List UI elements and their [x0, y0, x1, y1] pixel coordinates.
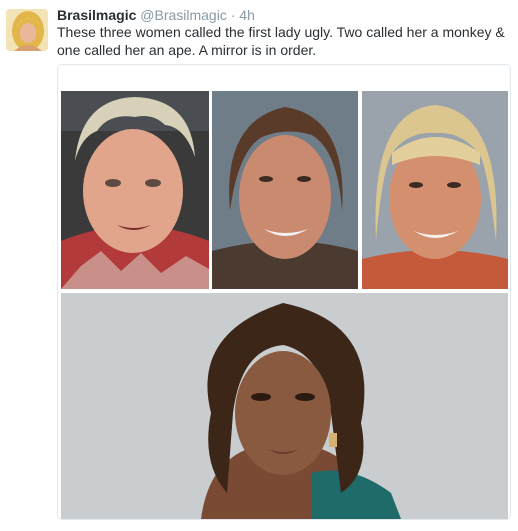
- tweet-timestamp[interactable]: 4h: [239, 7, 255, 23]
- photo-first-lady[interactable]: [61, 293, 508, 519]
- avatar[interactable]: [6, 9, 48, 51]
- header-separator: ·: [230, 7, 236, 23]
- photo-woman-3-image: [362, 91, 508, 289]
- author-screen-name[interactable]: @Brasilmagic: [140, 7, 227, 23]
- photo-woman-3[interactable]: [362, 91, 508, 289]
- tweet-text: These three women called the first lady …: [57, 24, 505, 58]
- photo-woman-1[interactable]: [61, 91, 209, 289]
- photo-woman-2[interactable]: [212, 91, 358, 289]
- avatar-image: [6, 9, 48, 51]
- media-card: [57, 64, 511, 520]
- tweet-header: Brasilmagic @Brasilmagic · 4h: [57, 6, 510, 24]
- photo-woman-2-image: [212, 91, 358, 289]
- photo-woman-1-image: [61, 91, 209, 289]
- author-display-name[interactable]: Brasilmagic: [57, 7, 136, 23]
- tweet: Brasilmagic @Brasilmagic · 4h These thre…: [0, 0, 518, 531]
- photo-first-lady-image: [61, 293, 508, 519]
